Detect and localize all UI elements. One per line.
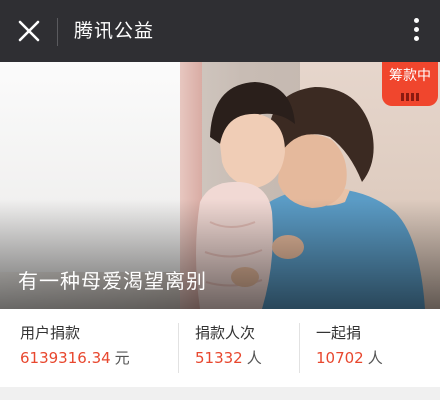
stat-label: 捐款人次 <box>195 324 256 342</box>
stat-label: 用户捐款 <box>20 324 81 342</box>
more-button[interactable] <box>406 14 426 48</box>
donation-stats-panel: 用户捐款 6139316.34 元 捐款人次 51332 人 一起捐 10702 人 <box>0 309 440 387</box>
ribbon-icon <box>401 93 419 101</box>
stat-label: 一起捐 <box>316 324 362 342</box>
status-badge-label: 筹款中 <box>389 68 431 84</box>
project-title[interactable]: 有一种母爱渴望离别 <box>18 266 207 296</box>
stat-value-row: 10702 人 <box>316 347 383 369</box>
close-button[interactable] <box>14 16 44 46</box>
stat-value-row: 6139316.34 元 <box>20 347 130 369</box>
stat-divider <box>299 323 300 373</box>
header-divider <box>57 18 58 46</box>
project-cover-image[interactable]: 有一种母爱渴望离别 筹款中 <box>0 62 440 309</box>
stat-value: 6139316.34 <box>20 349 111 367</box>
stat-value: 10702 <box>316 349 364 367</box>
status-badge: 筹款中 <box>382 62 438 106</box>
stat-value-row: 51332 人 <box>195 347 262 369</box>
stat-unit: 元 <box>114 349 130 367</box>
stat-unit: 人 <box>246 349 262 367</box>
more-vertical-icon <box>406 18 426 41</box>
stat-value: 51332 <box>195 349 243 367</box>
page-title: 腾讯公益 <box>74 20 155 42</box>
stat-divider <box>178 323 179 373</box>
stat-unit: 人 <box>367 349 383 367</box>
close-icon <box>18 20 40 42</box>
top-bar: 腾讯公益 <box>0 0 440 62</box>
